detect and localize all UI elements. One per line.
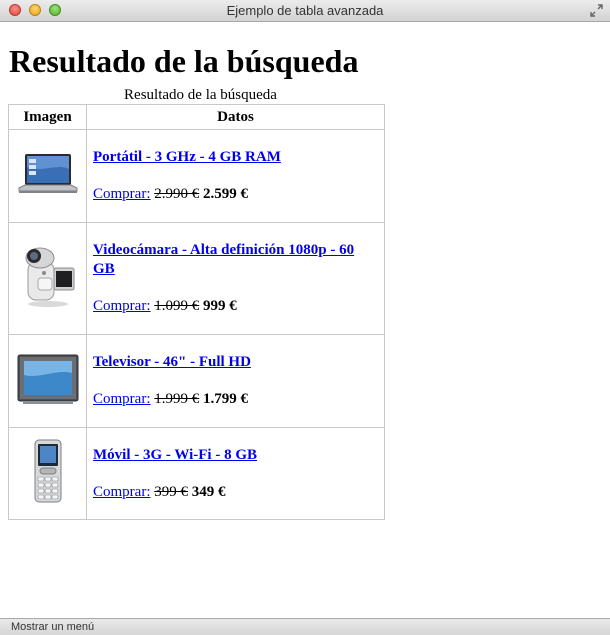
product-name-link[interactable]: Móvil - 3G - Wi-Fi - 8 GB (93, 446, 376, 465)
window-title: Ejemplo de tabla avanzada (226, 3, 384, 18)
old-price: 399 € (154, 484, 188, 500)
table-row: Portátil - 3 GHz - 4 GB RAM Comprar: 2.9… (8, 129, 385, 223)
product-name-link[interactable]: Portátil - 3 GHz - 4 GB RAM (93, 148, 376, 167)
product-data-cell: Videocámara - Alta definición 1080p - 60… (86, 222, 385, 335)
results-table: Imagen Datos Portátil - 3 GHz - 4 GB RAM… (8, 104, 385, 520)
new-price: 349 € (191, 484, 226, 500)
fullscreen-icon[interactable] (590, 4, 603, 17)
price-line: Comprar: 399 € 349 € (93, 483, 376, 502)
table-row: Videocámara - Alta definición 1080p - 60… (8, 222, 385, 335)
product-image-cell (8, 334, 87, 428)
column-header-image: Imagen (8, 104, 87, 130)
old-price: 2.990 € (154, 186, 200, 202)
product-image-cell (8, 129, 87, 223)
product-name-link[interactable]: Televisor - 46" - Full HD (93, 353, 376, 372)
new-price: 999 € (203, 298, 237, 314)
price-line: Comprar: 2.990 € 2.599 € (93, 185, 376, 204)
product-name-link[interactable]: Videocámara - Alta definición 1080p - 60… (93, 241, 376, 279)
table-row: Móvil - 3G - Wi-Fi - 8 GB Comprar: 399 €… (8, 427, 385, 520)
mobile-phone-icon (34, 439, 61, 503)
buy-link[interactable]: Comprar: (93, 298, 151, 314)
status-bar: Mostrar un menú (0, 618, 610, 635)
product-data-cell: Móvil - 3G - Wi-Fi - 8 GB Comprar: 399 €… (86, 427, 385, 520)
results-table-wrapper: Resultado de la búsqueda Imagen Datos Po… (8, 86, 385, 520)
laptop-icon (18, 153, 77, 193)
product-image-cell (8, 427, 87, 520)
buy-link[interactable]: Comprar: (93, 391, 151, 407)
product-data-cell: Portátil - 3 GHz - 4 GB RAM Comprar: 2.9… (86, 129, 385, 223)
window-titlebar: Ejemplo de tabla avanzada (0, 0, 610, 22)
table-caption: Resultado de la búsqueda (124, 87, 277, 103)
column-header-data: Datos (86, 104, 385, 130)
old-price: 1.099 € (154, 298, 200, 314)
old-price: 1.999 € (154, 391, 200, 407)
product-image-cell (8, 222, 87, 335)
price-line: Comprar: 1.999 € 1.799 € (93, 390, 376, 409)
television-icon (17, 354, 78, 404)
table-row: Televisor - 46" - Full HD Comprar: 1.999… (8, 334, 385, 428)
camcorder-icon (25, 247, 74, 307)
price-line: Comprar: 1.099 € 999 € (93, 297, 376, 316)
page-content: Resultado de la búsqueda Resultado de la… (0, 22, 610, 618)
product-data-cell: Televisor - 46" - Full HD Comprar: 1.999… (86, 334, 385, 428)
new-price: 1.799 € (203, 391, 248, 407)
new-price: 2.599 € (203, 186, 248, 202)
page-title: Resultado de la búsqueda (9, 43, 359, 79)
buy-link[interactable]: Comprar: (93, 484, 151, 500)
buy-link[interactable]: Comprar: (93, 186, 151, 202)
table-header-row: Imagen Datos (8, 104, 385, 130)
